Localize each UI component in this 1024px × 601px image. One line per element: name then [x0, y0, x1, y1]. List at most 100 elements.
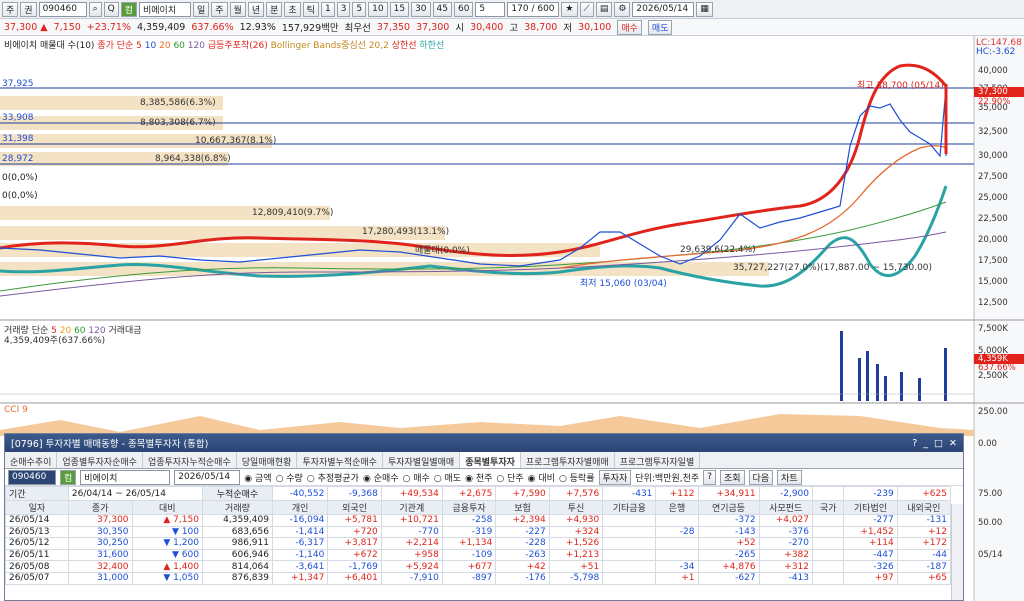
investor-button[interactable]: 투자자 — [598, 469, 632, 485]
dialog-date-field[interactable]: 2026/05/14 — [174, 469, 241, 485]
table-row[interactable]: 26/05/11 31,600 ▼ 600 606,946 -1,140 +672 +958… — [5, 548, 952, 562]
vertical-scrollbar[interactable] — [951, 504, 963, 600]
period-day-button[interactable]: 일 — [192, 1, 210, 17]
date-field[interactable]: 2026/05/14 — [632, 1, 695, 17]
col-change[interactable]: 대비 — [131, 500, 203, 515]
min-10-button[interactable]: 10 — [368, 1, 388, 17]
table-cell: -109 — [441, 548, 497, 562]
maximize-icon[interactable]: □ — [934, 438, 943, 449]
col-bank[interactable]: 은행 — [655, 500, 699, 515]
tab-program-daily[interactable]: 프로그램투자자일별 — [615, 452, 701, 468]
radio-single-shares[interactable]: ○ 단주 — [496, 471, 523, 484]
col-trust[interactable]: 투신 — [548, 500, 604, 515]
col-foreign[interactable]: 외국인 — [327, 500, 382, 515]
period-tick-button[interactable]: 틱 — [302, 1, 319, 17]
col-other-corp[interactable]: 기타법인 — [843, 500, 898, 515]
search-icon[interactable]: ⌕ — [88, 1, 102, 17]
col-state[interactable]: 국가 — [812, 500, 845, 515]
mode-select-a[interactable]: 주 — [2, 1, 19, 17]
period-range[interactable]: 26/04/14 ~ 26/05/14 — [67, 486, 203, 501]
radio-avg-price[interactable]: ○ 추정평균가 — [307, 471, 359, 484]
star-icon[interactable]: ★ — [561, 1, 578, 17]
col-insurance[interactable]: 보험 — [495, 500, 550, 515]
min-60-button[interactable]: 60 — [453, 1, 474, 17]
period-week-button[interactable]: 주 — [211, 1, 228, 17]
settings-icon[interactable]: ⚙ — [614, 1, 631, 17]
y-tick: 25,000 — [978, 193, 1008, 203]
table-cell: +1,213 — [548, 548, 604, 562]
minute-select[interactable]: 5 — [475, 1, 506, 17]
col-institution[interactable]: 기관계 — [380, 500, 443, 515]
help-button[interactable]: ? — [703, 469, 716, 485]
period-minute-button[interactable]: 분 — [266, 1, 283, 17]
col-pension[interactable]: 연기금등 — [697, 500, 760, 515]
radio-net-buy[interactable]: ◉ 순매수 — [363, 471, 399, 484]
unit-label: 단위:백만원,천주 — [635, 473, 700, 484]
table-row[interactable]: 26/05/12 30,250 ▼ 1,200 986,911 -6,317 +3,817… — [5, 537, 952, 550]
ask-price: 37,350 — [376, 21, 411, 33]
period-month-button[interactable]: 월 — [229, 1, 246, 17]
minimize-icon[interactable]: _ — [923, 438, 928, 449]
screen-icon[interactable]: ▤ — [595, 1, 613, 17]
table-row[interactable]: 26/05/07 31,000 ▼ 1,050 876,839 +1,347 +6,401… — [5, 571, 952, 585]
col-volume[interactable]: 거래량 — [201, 500, 273, 515]
sell-button[interactable]: 매도 — [647, 19, 673, 35]
tab-program-investor[interactable]: 프로그램투자자별매매 — [521, 452, 615, 468]
col-individual[interactable]: 개인 — [271, 500, 329, 515]
dialog-code-input[interactable]: 090460 — [8, 469, 56, 485]
calendar-icon[interactable]: ▦ — [696, 1, 713, 17]
period-second-button[interactable]: 초 — [284, 1, 301, 17]
query-button[interactable]: 조회 — [719, 469, 745, 485]
tab-sector-net-buy[interactable]: 업종별투자자순매수 — [57, 452, 143, 468]
col-close[interactable]: 종가 — [67, 500, 133, 515]
tab-investor-daily[interactable]: 투자자별일별매매 — [383, 452, 461, 468]
min-5-button[interactable]: 5 — [352, 1, 367, 17]
col-other-fin[interactable]: 기타금융 — [602, 500, 657, 515]
radio-amount[interactable]: ◉ 금액 — [244, 471, 271, 484]
min-1-button[interactable]: 1 — [320, 1, 335, 17]
help-icon[interactable]: ? — [912, 438, 917, 449]
dialog-name-field[interactable]: 비에이치 — [80, 469, 171, 485]
radio-buy[interactable]: ○ 매수 — [403, 471, 430, 484]
line-tool-icon[interactable]: ⟋ — [579, 1, 594, 17]
radio-sell[interactable]: ○ 매도 — [434, 471, 461, 484]
table-row[interactable]: 26/05/08 32,400 ▲ 1,400 814,064 -3,641 -1,769… — [5, 560, 952, 573]
radio-thousand-shares[interactable]: ◉ 천주 — [465, 471, 492, 484]
period-label: 기간 — [5, 486, 69, 501]
table-cell: -34 — [655, 560, 699, 573]
col-financial[interactable]: 금융투자 — [441, 500, 497, 515]
stock-lookup-button[interactable]: Q — [103, 1, 119, 17]
min-3-button[interactable]: 3 — [336, 1, 351, 17]
col-private[interactable]: 사모펀드 — [758, 500, 814, 515]
table-cell: ▼ 1,200 — [131, 537, 203, 550]
col-date[interactable]: 일자 — [5, 500, 69, 515]
tab-stock-investor[interactable]: 종목별투자자 — [460, 452, 521, 468]
min-15-button[interactable]: 15 — [389, 1, 410, 17]
mode-select-b[interactable]: 권 — [20, 1, 37, 17]
table-row[interactable]: 26/05/14 37,300 ▲ 7,150 4,359,409 -16,094 +5,… — [5, 514, 952, 527]
stock-name-field[interactable]: 비에이치 — [138, 1, 191, 17]
radio-quantity[interactable]: ○ 수량 — [276, 471, 303, 484]
table-row[interactable]: 26/05/13 30,350 ▼ 100 683,656 -1,414 +720 -770… — [5, 525, 952, 539]
tab-sector-cum[interactable]: 업종투자자누적순매수 — [143, 452, 237, 468]
period-year-button[interactable]: 년 — [247, 1, 265, 17]
chart-button[interactable]: 차트 — [777, 469, 802, 485]
next-button[interactable]: 다음 — [748, 469, 774, 485]
min-30-button[interactable]: 30 — [411, 1, 431, 17]
bar-count-field[interactable]: 170 / 600 — [507, 1, 560, 17]
tab-today[interactable]: 당일매매현황 — [237, 452, 298, 468]
table-cell: -227 — [495, 525, 550, 539]
tab-investor-cum[interactable]: 투자자별누적순매수 — [297, 452, 383, 468]
table-cell: +65 — [896, 571, 952, 585]
buy-button[interactable]: 매수 — [617, 19, 642, 35]
col-foreign-resident[interactable]: 내외국인 — [896, 500, 952, 515]
tab-net-buy-trend[interactable]: 순매수추이 — [5, 452, 58, 468]
volume-value: 4,359,409 — [136, 21, 186, 33]
stock-code-input[interactable]: 090460 — [38, 1, 87, 17]
volume-value: 4,359,409주(637.66%) — [4, 336, 106, 346]
trade-amount: 157,929백만 — [281, 23, 339, 34]
close-icon[interactable]: ✕ — [949, 438, 957, 449]
radio-vs[interactable]: ◉ 대비 — [528, 471, 555, 484]
radio-rate[interactable]: ○ 등락률 — [559, 471, 595, 484]
min-45-button[interactable]: 45 — [432, 1, 452, 17]
